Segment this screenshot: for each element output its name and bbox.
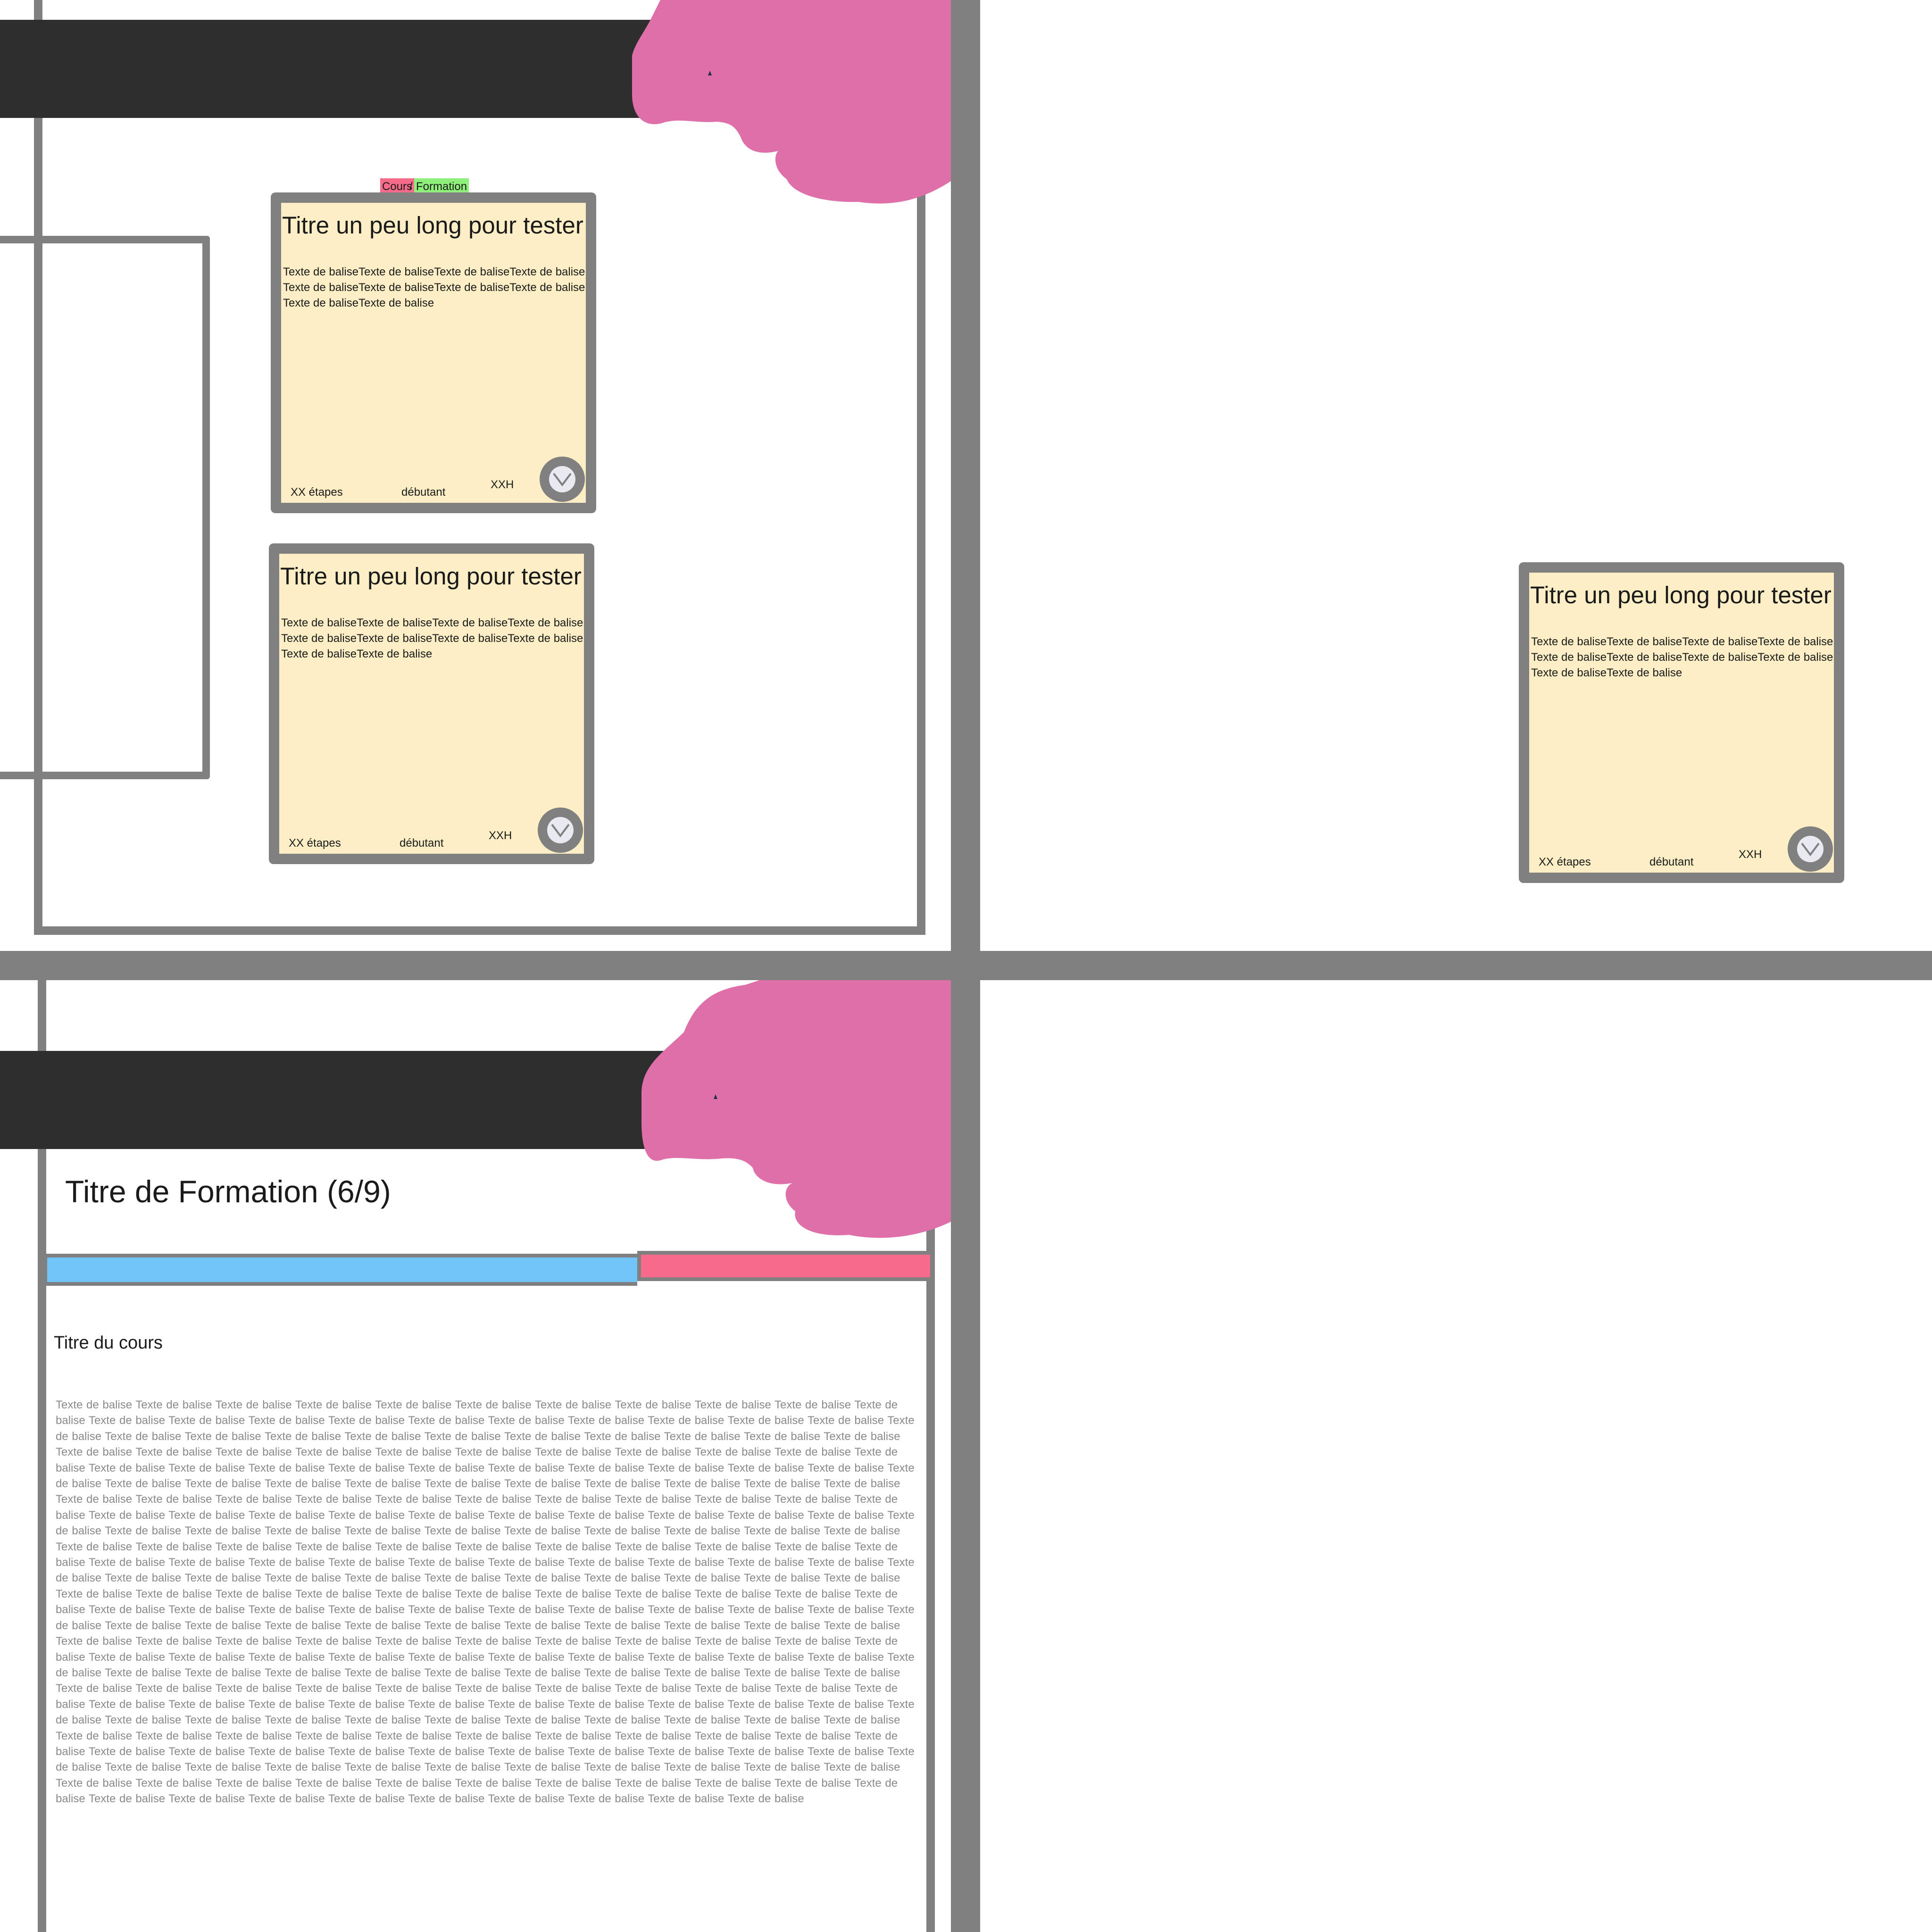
- card-duration: XXH: [491, 478, 514, 491]
- card-title: Titre un peu long pour tester: [1530, 582, 1832, 608]
- formation-detail-screen: Titre de Formation (6/9) Titre du cours …: [0, 980, 951, 1932]
- course-card[interactable]: Titre un peu long pour tester Texte de b…: [271, 192, 596, 513]
- card-title: Titre un peu long pour tester: [282, 212, 583, 239]
- formation-title: Titre de Formation (6/9): [65, 1174, 391, 1209]
- card-preview-screen: Titre un peu long pour tester Texte de b…: [980, 0, 1932, 951]
- card-description: Texte de baliseTexte de baliseTexte de b…: [1531, 635, 1833, 679]
- card-description: Texte de baliseTexte de baliseTexte de b…: [283, 266, 585, 309]
- card-description: Texte de baliseTexte de baliseTexte de b…: [281, 616, 583, 660]
- chevron-down-icon: [549, 466, 575, 492]
- progress-remaining: [637, 1251, 934, 1281]
- course-card[interactable]: Titre un peu long pour tester Texte de b…: [1519, 562, 1844, 883]
- top-bar: [0, 20, 670, 118]
- course-list-screen: Cours / Formation Titre un peu long pour…: [0, 0, 951, 951]
- progress-completed: [43, 1254, 637, 1286]
- quadrant-divider-horizontal: [0, 951, 1932, 980]
- card-steps: XX étapes: [291, 486, 343, 499]
- chevron-down-icon: [547, 817, 574, 843]
- expand-button[interactable]: [540, 457, 585, 502]
- course-title: Titre du cours: [54, 1333, 163, 1353]
- avatar-blob[interactable]: [632, 0, 951, 208]
- card-steps: XX étapes: [1539, 856, 1591, 868]
- empty-screen: [980, 980, 1932, 1932]
- card-level: débutant: [401, 486, 446, 499]
- card-level: débutant: [1649, 856, 1694, 868]
- side-panel[interactable]: [0, 236, 210, 779]
- expand-button[interactable]: [538, 808, 583, 853]
- course-body: Texte de balise Texte de balise Texte de…: [56, 1399, 915, 1806]
- formation-progress-bar: [43, 1251, 934, 1286]
- card-title: Titre un peu long pour tester: [280, 563, 582, 590]
- avatar-blob[interactable]: [641, 980, 951, 1244]
- expand-button[interactable]: [1788, 826, 1833, 872]
- course-card[interactable]: Titre un peu long pour tester Texte de b…: [269, 543, 594, 864]
- card-steps: XX étapes: [289, 837, 341, 849]
- card-duration: XXH: [1739, 848, 1762, 861]
- card-level: débutant: [400, 837, 444, 849]
- chevron-down-icon: [1797, 836, 1824, 862]
- top-bar: [0, 1051, 675, 1149]
- card-duration: XXH: [489, 829, 512, 842]
